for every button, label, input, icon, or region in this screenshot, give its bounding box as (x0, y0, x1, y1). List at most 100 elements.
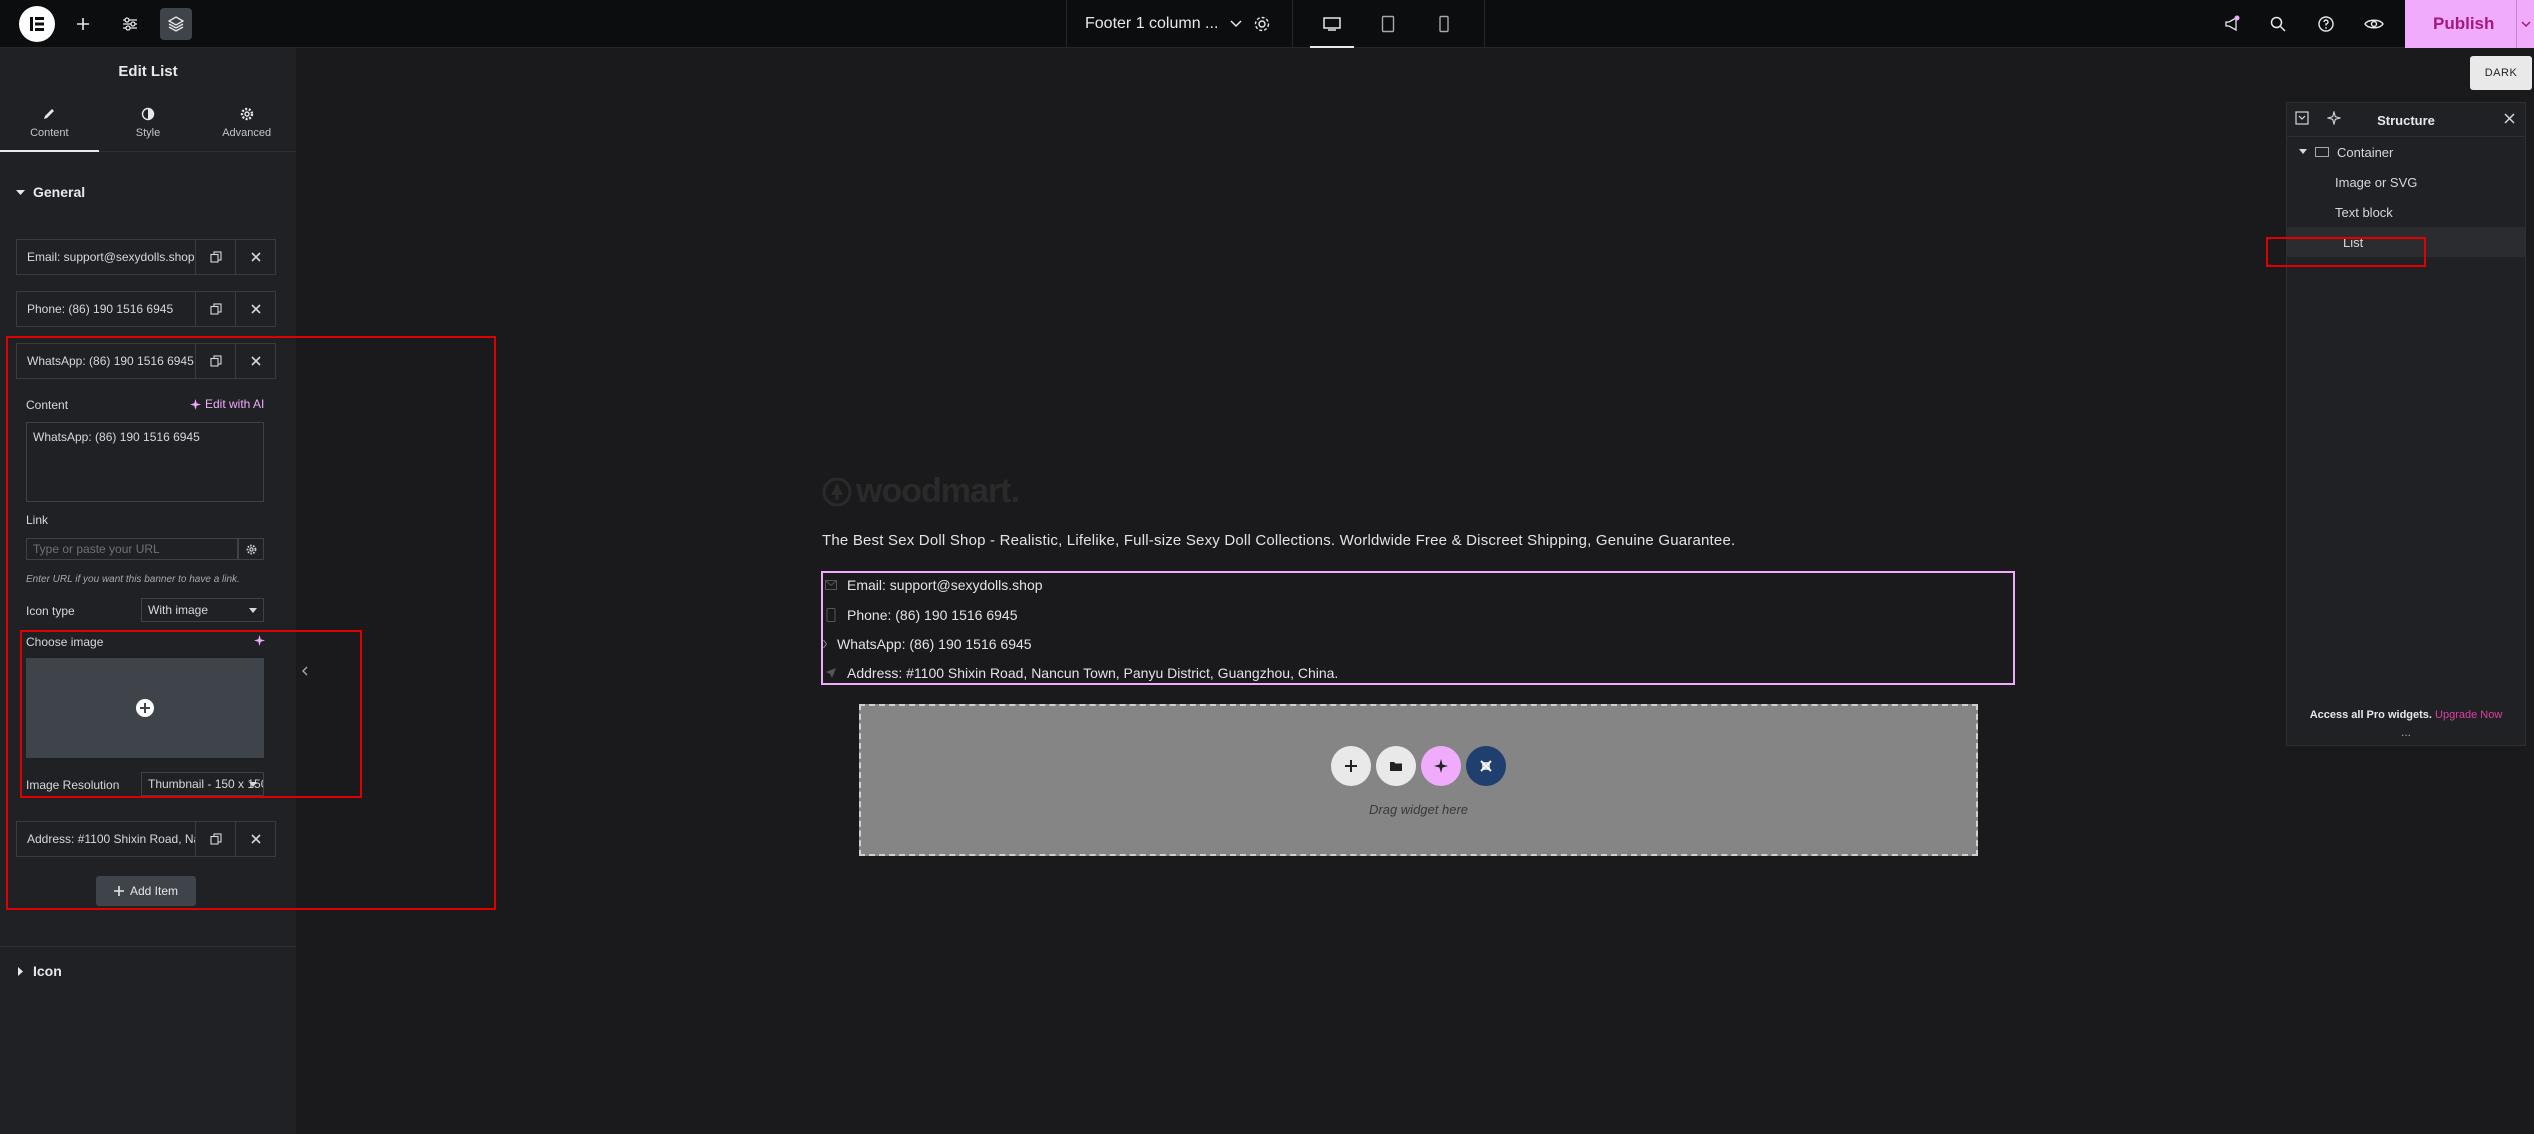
chevron-down-icon (2520, 21, 2531, 28)
preview-button[interactable] (2358, 8, 2390, 40)
close-icon (250, 304, 261, 314)
drop-zone[interactable]: Drag widget here (859, 704, 1978, 856)
list-item[interactable]: Phone: (86) 190 1516 6945 (16, 291, 276, 327)
general-section-title: General (33, 184, 86, 200)
list-item[interactable]: Email: support@sexydolls.shop (16, 239, 276, 275)
brand-name: woodmart. (856, 472, 1020, 510)
site-settings-button[interactable] (114, 8, 146, 40)
structure-toggle-button[interactable] (160, 8, 192, 40)
structure-panel: Structure Container Image or SVG Text bl… (2286, 102, 2526, 746)
publish-options-button[interactable] (2516, 0, 2534, 48)
structure-item-container[interactable]: Container (2287, 137, 2525, 167)
structure-title: Structure (2377, 113, 2435, 128)
remove-button[interactable] (235, 292, 275, 326)
icon-section-toggle[interactable]: Icon (16, 963, 62, 979)
general-section-toggle[interactable]: General (16, 184, 85, 200)
help-button[interactable] (2310, 8, 2342, 40)
publish-label: Publish (2433, 14, 2495, 33)
remove-button[interactable] (235, 240, 275, 274)
list-row-text: Address: #1100 Shixin Road, Nancun Town,… (847, 665, 1339, 681)
promo-text: Access all Pro widgets. (2309, 709, 2432, 721)
copy-icon (209, 303, 222, 315)
chevron-left-icon (301, 666, 307, 676)
page-settings-button[interactable] (1246, 8, 1278, 40)
chevron-right-icon (823, 639, 827, 649)
list-row[interactable]: Email: support@sexydolls.shop (825, 577, 1043, 593)
sparkle-icon (1434, 759, 1448, 773)
document-title: Footer 1 column ... (1085, 15, 1219, 32)
close-icon (250, 252, 261, 262)
list-item-label: Phone: (86) 190 1516 6945 (27, 302, 174, 316)
search-icon (2270, 16, 2286, 32)
structure-item-label: Container (2337, 144, 2394, 160)
pencil-icon (44, 108, 55, 119)
copy-icon (209, 251, 222, 263)
caret-right-icon (18, 966, 23, 976)
caret-down-icon (16, 189, 25, 195)
drop-zone-actions (1331, 746, 1506, 786)
publish-button[interactable]: Publish (2405, 0, 2534, 48)
list-row-text: WhatsApp: (86) 190 1516 6945 (837, 636, 1032, 652)
location-arrow-icon (826, 668, 836, 678)
tab-content[interactable]: Content (0, 94, 99, 152)
tab-advanced[interactable]: Advanced (197, 94, 296, 151)
list-widget-selected[interactable]: Email: support@sexydolls.shop Phone: (86… (821, 571, 2015, 685)
mobile-view-button[interactable] (1424, 8, 1464, 40)
structure-header: Structure (2287, 103, 2525, 137)
top-bar: Footer 1 column ... Publish (0, 0, 2534, 48)
help-icon (2318, 16, 2334, 32)
icon-section-title: Icon (33, 963, 62, 979)
panel-resize-handle[interactable]: ... (2287, 725, 2525, 739)
container-icon (2315, 147, 2329, 157)
megaphone-icon (2225, 15, 2240, 32)
tab-style[interactable]: Style (99, 94, 198, 151)
dark-mode-toggle[interactable]: DARK (2470, 56, 2532, 90)
highlight-box (6, 336, 496, 910)
woodmart-logo-icon (822, 477, 852, 506)
tab-advanced-label: Advanced (222, 126, 272, 139)
add-element-button[interactable] (67, 8, 99, 40)
upgrade-link[interactable]: Upgrade Now (2435, 709, 2502, 721)
list-row[interactable]: Phone: (86) 190 1516 6945 (825, 607, 1017, 623)
eye-icon (2364, 19, 2384, 29)
collapse-panel-button[interactable] (296, 655, 312, 687)
structure-item-image[interactable]: Image or SVG (2287, 167, 2525, 197)
list-item-label: Email: support@sexydolls.shop (27, 250, 195, 264)
desktop-view-button[interactable] (1310, 8, 1354, 48)
close-icon (2504, 113, 2515, 124)
elementor-logo-icon (30, 17, 44, 31)
gear-icon (1254, 16, 1270, 32)
layers-icon (167, 16, 185, 32)
add-new-container-button[interactable] (1331, 746, 1371, 786)
tablet-icon (1381, 15, 1395, 33)
kit-button[interactable] (1466, 746, 1506, 786)
structure-item-text[interactable]: Text block (2287, 197, 2525, 227)
structure-item-label: Image or SVG (2335, 174, 2418, 190)
list-row[interactable]: WhatsApp: (86) 190 1516 6945 (823, 636, 1032, 652)
ai-generate-button[interactable] (1421, 746, 1461, 786)
site-logo[interactable]: woodmart. (822, 472, 1020, 511)
elementor-logo-button[interactable] (19, 6, 55, 42)
notifications-button[interactable] (2216, 8, 2248, 40)
template-library-button[interactable] (1376, 746, 1416, 786)
section-divider (0, 946, 296, 947)
list-row-text: Email: support@sexydolls.shop (847, 577, 1043, 593)
close-structure-button[interactable] (2504, 113, 2515, 124)
list-row[interactable]: Address: #1100 Shixin Road, Nancun Town,… (825, 665, 1338, 681)
duplicate-button[interactable] (195, 240, 235, 274)
list-row-text: Phone: (86) 190 1516 6945 (847, 607, 1018, 623)
grid-x-icon (1480, 760, 1492, 772)
tablet-view-button[interactable] (1368, 8, 1408, 40)
highlight-box (2266, 237, 2426, 267)
search-button[interactable] (2262, 8, 2294, 40)
drop-zone-hint: Drag widget here (1369, 802, 1468, 817)
mobile-icon (1439, 15, 1449, 33)
caret-down-icon (2299, 149, 2307, 154)
gear-icon (240, 107, 253, 120)
site-tagline[interactable]: The Best Sex Doll Shop - Realistic, Life… (822, 532, 1735, 549)
pro-widgets-promo: Access all Pro widgets. Upgrade Now (2287, 709, 2525, 721)
tab-style-label: Style (135, 126, 161, 139)
sliders-icon (123, 17, 137, 31)
duplicate-button[interactable] (195, 292, 235, 326)
chevron-down-icon (1230, 20, 1242, 28)
